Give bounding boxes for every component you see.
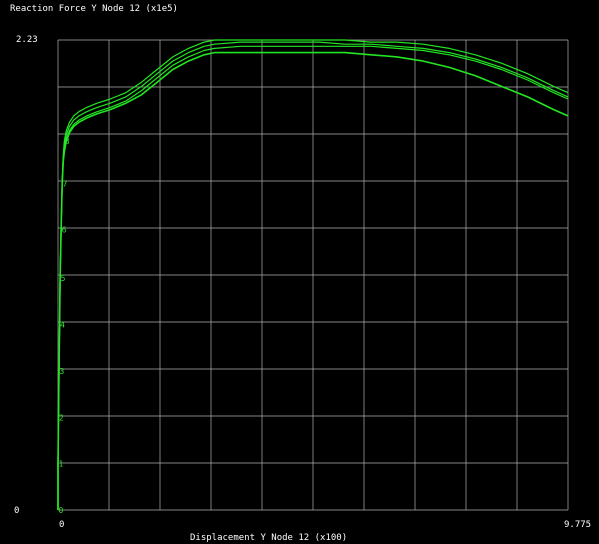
x-axis-label: Displacement Y Node 12 (x100): [190, 533, 347, 543]
chart-plot: 0 1 2 3 4 5 6 7 8 Reaction Force Y Node 12 (x1e5…: [10, 4, 591, 543]
x-tick-label-min: 0: [59, 520, 64, 530]
point-label-5: 5: [61, 274, 66, 283]
grid: [57, 39, 569, 511]
point-label-1: 1: [59, 460, 64, 469]
point-label-8: 8: [65, 137, 70, 146]
point-label-2: 2: [59, 413, 64, 422]
point-label-3: 3: [60, 367, 65, 376]
y-tick-label-min: 0: [14, 506, 19, 516]
point-labels: 0 1 2 3 4 5 6 7 8: [59, 137, 70, 515]
point-label-4: 4: [60, 321, 65, 330]
chart-title: Reaction Force Y Node 12 (x1e5): [10, 4, 178, 14]
y-tick-label-max: 2.23: [16, 35, 38, 45]
point-label-6: 6: [62, 226, 67, 235]
x-tick-label-max: 9.775: [564, 520, 591, 530]
point-label-0: 0: [59, 506, 64, 515]
point-label-7: 7: [63, 179, 68, 188]
